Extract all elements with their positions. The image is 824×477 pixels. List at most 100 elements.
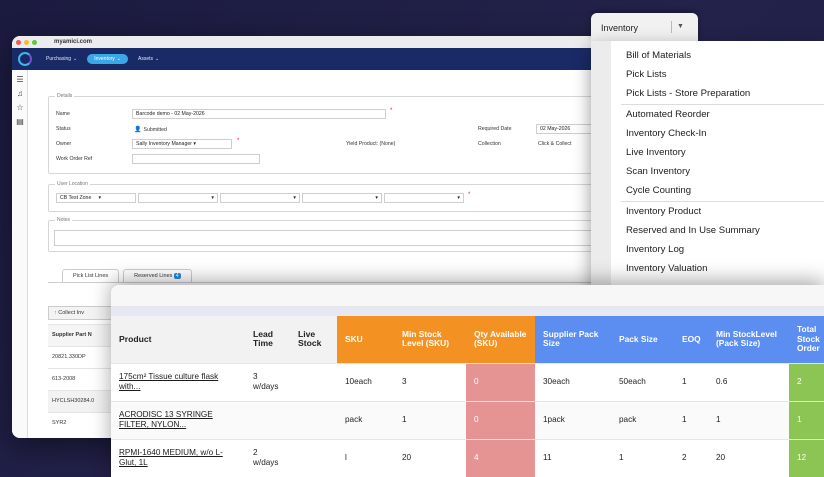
collection-value: Click & Collect: [538, 141, 572, 147]
product-link[interactable]: ACRODISC 13 SYRINGE FILTER, NYLON...: [119, 410, 213, 429]
location-select-2[interactable]: ▾: [138, 193, 218, 203]
pack-size-cell: pack: [611, 400, 674, 439]
status-value: 👤 Submitted: [134, 127, 167, 133]
left-toolbar: ☰ ♫ ☆ ▤: [12, 70, 28, 438]
menu-item-live-inventory[interactable]: Live Inventory: [626, 147, 686, 158]
reserved-count-badge: 4: [173, 273, 181, 279]
menu-item-inventory-product[interactable]: Inventory Product: [626, 206, 701, 217]
user-icon: 👤: [134, 127, 142, 133]
product-cell[interactable]: ACRODISC 13 SYRINGE FILTER, NYLON...: [111, 400, 245, 439]
col-supplier-pack-size[interactable]: Supplier Pack Size: [535, 316, 611, 363]
address-bar[interactable]: myamici.com: [54, 39, 92, 45]
nav-assets[interactable]: Assets ⌄: [138, 56, 159, 62]
qty-available-cell: 4: [466, 438, 535, 477]
sku-cell: 10each: [337, 362, 394, 401]
col-live-stock[interactable]: Live Stock: [290, 316, 337, 363]
required-marker: *: [468, 192, 471, 198]
menu-item-pick-lists[interactable]: Pick Lists: [626, 69, 667, 80]
menu-item-reserved-in-use-summary[interactable]: Reserved and In Use Summary: [626, 225, 760, 236]
pack-size-cell: 50each: [611, 362, 674, 401]
star-icon[interactable]: ☆: [12, 103, 28, 112]
col-sku[interactable]: SKU: [337, 316, 394, 363]
location-select-5[interactable]: ▾: [384, 193, 464, 203]
required-marker: *: [390, 108, 393, 114]
close-window-dot[interactable]: [16, 39, 21, 45]
notes-textarea[interactable]: [54, 230, 644, 246]
required-date-input[interactable]: 02 May-2026: [536, 124, 596, 134]
inventory-dropdown-toggle[interactable]: Inventory ▼: [591, 13, 698, 41]
product-cell[interactable]: RPMI-1640 MEDIUM, w/o L-Glut, 1L: [111, 438, 245, 477]
table-row[interactable]: ACRODISC 13 SYRINGE FILTER, NYLON... pac…: [111, 400, 824, 439]
eoq-cell: 1: [674, 400, 708, 439]
total-stock-order-cell: 1: [789, 400, 824, 439]
col-total-stock-order[interactable]: Total Stock Order: [789, 316, 824, 363]
pack-size-cell: 1: [611, 438, 674, 477]
supplier-pack-cell: 30each: [535, 362, 611, 401]
top-navbar: Purchasing ⌄ Inventory ⌄ Assets ⌄: [12, 48, 652, 70]
detail-tabs: Pick List Lines Reserved Lines 4: [62, 269, 192, 282]
supplier-pack-cell: 1pack: [535, 400, 611, 439]
maximize-window-dot[interactable]: [32, 39, 37, 45]
required-date-label: Required Date: [478, 126, 512, 132]
menu-separator: [621, 201, 824, 202]
col-lead-time[interactable]: Lead Time: [245, 316, 290, 363]
owner-select[interactable]: Sally Inventory Manager ▾: [132, 139, 232, 149]
total-stock-order-cell: 2: [789, 362, 824, 401]
details-legend: Details: [55, 93, 75, 99]
menu-item-inventory-log[interactable]: Inventory Log: [626, 244, 684, 255]
menu-item-inventory-check-in[interactable]: Inventory Check-In: [626, 128, 707, 139]
location-select-4[interactable]: ▾: [302, 193, 382, 203]
user-location-legend: User Location: [55, 181, 90, 187]
menu-item-cycle-counting[interactable]: Cycle Counting: [626, 185, 691, 196]
product-cell[interactable]: 175cm² Tissue culture flask with...: [111, 362, 245, 401]
col-qty-available-sku[interactable]: Qty Available (SKU): [466, 316, 535, 363]
live-stock-cell: [290, 362, 337, 401]
notes-legend: Notes: [55, 217, 73, 223]
tab-pick-list-lines[interactable]: Pick List Lines: [62, 269, 120, 282]
total-stock-order-cell: 12: [789, 438, 824, 477]
menu-icon[interactable]: ☰: [12, 75, 28, 84]
eoq-cell: 2: [674, 438, 708, 477]
product-link[interactable]: RPMI-1640 MEDIUM, w/o L-Glut, 1L: [119, 448, 223, 467]
minimize-window-dot[interactable]: [24, 39, 29, 45]
name-input[interactable]: Barcode demo - 02 May-2026: [132, 109, 386, 119]
menu-item-pick-lists-store-preparation[interactable]: Pick Lists - Store Preparation: [626, 88, 750, 99]
location-zone-select[interactable]: CB Test Zone ▾: [56, 193, 136, 203]
dropdown-divider: [671, 21, 672, 33]
eoq-cell: 1: [674, 362, 708, 401]
lead-time-cell: [245, 400, 290, 439]
inventory-dropdown-menu: Bill of Materials Pick Lists Pick Lists …: [591, 41, 824, 293]
col-pack-size[interactable]: Pack Size: [611, 316, 674, 363]
product-link[interactable]: 175cm² Tissue culture flask with...: [119, 372, 218, 391]
location-select-3[interactable]: ▾: [220, 193, 300, 203]
bell-icon[interactable]: ♫: [12, 89, 28, 98]
menu-item-scan-inventory[interactable]: Scan Inventory: [626, 166, 690, 177]
document-icon[interactable]: ▤: [12, 117, 28, 126]
collect-inventory-button[interactable]: ↑ Collect Inv: [48, 306, 114, 320]
nav-purchasing[interactable]: Purchasing ⌄: [46, 56, 77, 62]
panel-toolbar: [111, 285, 824, 307]
col-product[interactable]: Product: [111, 316, 245, 363]
menu-item-bill-of-materials[interactable]: Bill of Materials: [626, 50, 691, 61]
col-min-stocklevel-pack-size[interactable]: Min StockLevel (Pack Size): [708, 316, 789, 363]
work-order-input[interactable]: [132, 154, 260, 164]
menu-side-strip: [591, 41, 611, 293]
col-eoq[interactable]: EOQ: [674, 316, 708, 363]
nav-inventory[interactable]: Inventory ⌄: [87, 54, 128, 64]
menu-item-automated-reorder[interactable]: Automated Reorder: [626, 109, 710, 120]
table-header-row: Product Lead Time Live Stock SKU Min Sto…: [111, 316, 824, 363]
table-row[interactable]: RPMI-1640 MEDIUM, w/o L-Glut, 1L 2 w/day…: [111, 438, 824, 477]
table-row[interactable]: 175cm² Tissue culture flask with... 3 w/…: [111, 362, 824, 401]
menu-separator: [621, 104, 824, 105]
collection-label: Collection: [478, 141, 501, 147]
tab-reserved-lines[interactable]: Reserved Lines 4: [123, 269, 192, 282]
min-stock-cell: 1: [394, 400, 466, 439]
yield-product-text: Yield Product: (None): [346, 141, 396, 147]
reorder-table: Product Lead Time Live Stock SKU Min Sto…: [111, 316, 824, 477]
col-min-stock-level-sku[interactable]: Min Stock Level (SKU): [394, 316, 466, 363]
app-logo-icon[interactable]: [18, 52, 32, 66]
menu-item-inventory-valuation[interactable]: Inventory Valuation: [626, 263, 707, 274]
name-label: Name: [56, 111, 70, 117]
qty-available-cell: 0: [466, 362, 535, 401]
tab-divider: [48, 282, 648, 283]
